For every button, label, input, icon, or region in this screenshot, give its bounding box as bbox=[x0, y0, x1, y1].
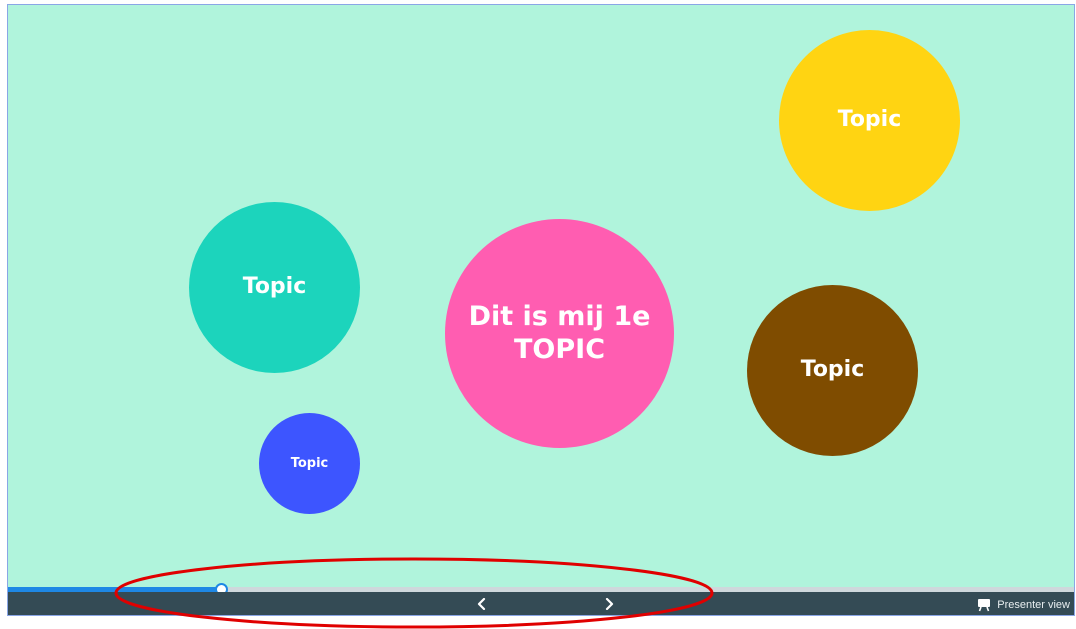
topic-bubble-main[interactable]: Dit is mij 1e TOPIC bbox=[445, 219, 674, 448]
presentation-toolbar: Presenter view bbox=[8, 592, 1074, 615]
presentation-board-icon bbox=[978, 598, 991, 611]
presentation-canvas: Topic Topic Dit is mij 1e TOPIC Topic To… bbox=[8, 5, 1074, 587]
presenter-view-button[interactable]: Presenter view bbox=[977, 595, 1070, 614]
topic-bubble-blue[interactable]: Topic bbox=[259, 413, 360, 514]
topic-bubble-brown[interactable]: Topic bbox=[747, 285, 918, 456]
chevron-left-icon bbox=[477, 598, 486, 610]
topic-label: Topic bbox=[800, 357, 865, 383]
topic-label: Topic bbox=[290, 455, 329, 471]
chevron-right-icon bbox=[605, 598, 614, 610]
topic-bubble-yellow[interactable]: Topic bbox=[779, 30, 960, 211]
previous-button[interactable] bbox=[471, 594, 493, 614]
topic-label: Topic bbox=[242, 274, 307, 300]
topic-bubble-teal[interactable]: Topic bbox=[189, 202, 360, 373]
presentation-frame: Topic Topic Dit is mij 1e TOPIC Topic To… bbox=[7, 4, 1075, 616]
topic-label: Topic bbox=[837, 107, 902, 133]
presenter-view-label: Presenter view bbox=[997, 598, 1070, 611]
main-topic-label: Dit is mij 1e TOPIC bbox=[469, 301, 651, 366]
main-topic-line-2: TOPIC bbox=[513, 333, 606, 365]
next-button[interactable] bbox=[598, 594, 620, 614]
main-topic-line-1: Dit is mij 1e bbox=[468, 301, 651, 333]
